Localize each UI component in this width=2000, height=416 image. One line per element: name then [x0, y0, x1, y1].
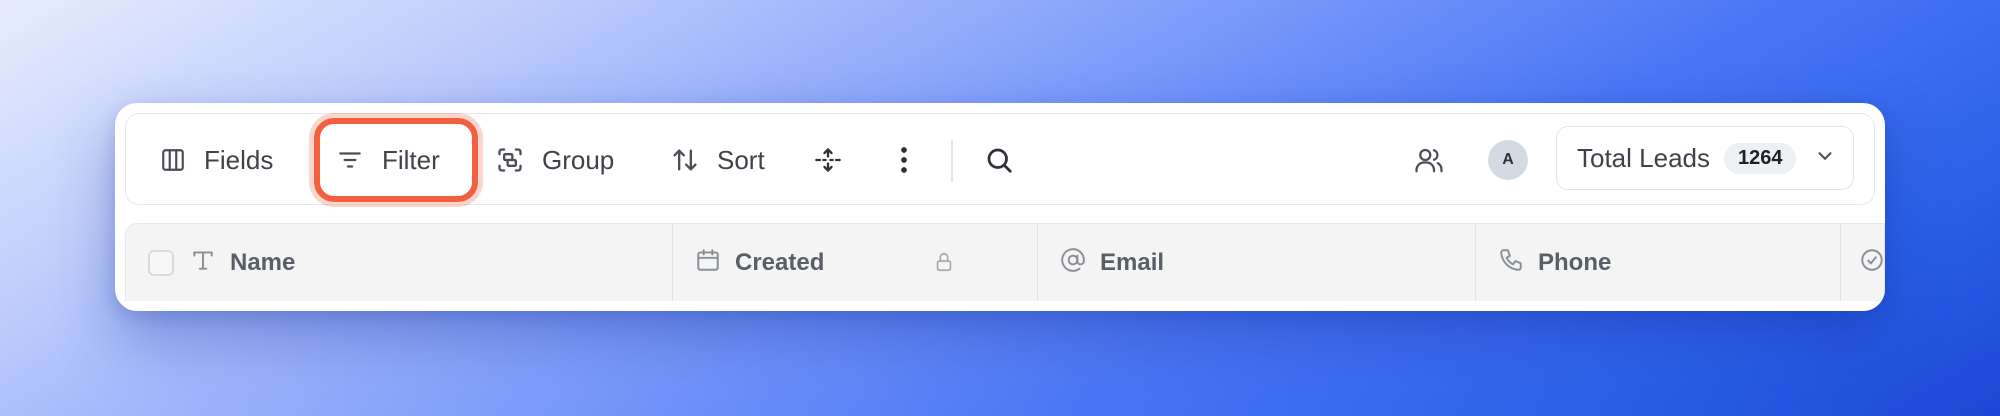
column-header-email[interactable]: Email [1038, 224, 1476, 302]
search-button[interactable] [984, 114, 1014, 206]
fields-button[interactable]: Fields [160, 114, 273, 206]
chevron-down-icon [1814, 143, 1836, 174]
columns-icon [160, 147, 186, 173]
fields-label: Fields [204, 144, 274, 175]
filter-button[interactable]: Filter [336, 114, 440, 206]
select-all-checkbox[interactable] [148, 250, 174, 276]
table-body-edge [125, 301, 1885, 311]
collaborators-button[interactable] [1414, 114, 1444, 206]
column-header-created[interactable]: Created [673, 224, 1038, 302]
total-leads-count-badge: 1264 [1723, 142, 1797, 174]
column-label: Created [735, 249, 825, 276]
sort-arrows-icon [671, 146, 699, 174]
column-header-partial[interactable] [1841, 224, 1885, 302]
row-height-icon [814, 145, 842, 175]
total-leads-label: Total Leads [1577, 142, 1710, 173]
column-header-name[interactable]: Name [126, 224, 673, 302]
group-icon [496, 146, 524, 174]
row-height-button[interactable] [814, 114, 842, 206]
more-options-button[interactable] [896, 114, 912, 206]
avatar[interactable]: A [1488, 140, 1528, 180]
total-leads-dropdown[interactable]: Total Leads 1264 [1556, 126, 1854, 190]
view-toolbar: Fields Filter Group Sort A Total Leads 1… [125, 113, 1875, 205]
users-icon [1414, 145, 1444, 175]
text-type-icon [190, 247, 216, 280]
column-header-phone[interactable]: Phone [1476, 224, 1841, 302]
column-label: Name [230, 249, 296, 276]
group-button[interactable]: Group [496, 114, 614, 206]
search-icon [984, 145, 1014, 175]
group-label: Group [542, 144, 615, 175]
table-view-card: Fields Filter Group Sort A Total Leads 1… [115, 103, 1885, 311]
vertical-dots-icon [896, 145, 912, 175]
sort-label: Sort [717, 144, 765, 175]
filter-lines-icon [336, 147, 364, 173]
status-circle-icon [1859, 247, 1885, 280]
calendar-icon [695, 247, 721, 280]
column-label: Email [1100, 249, 1165, 276]
lock-icon [933, 250, 955, 281]
at-sign-icon [1060, 247, 1086, 280]
filter-label: Filter [382, 144, 440, 175]
toolbar-divider [951, 140, 953, 182]
column-label: Phone [1538, 249, 1612, 276]
sort-button[interactable]: Sort [671, 114, 765, 206]
table-header-row: Name Created Email Phone [125, 223, 1885, 303]
phone-icon [1498, 247, 1524, 280]
